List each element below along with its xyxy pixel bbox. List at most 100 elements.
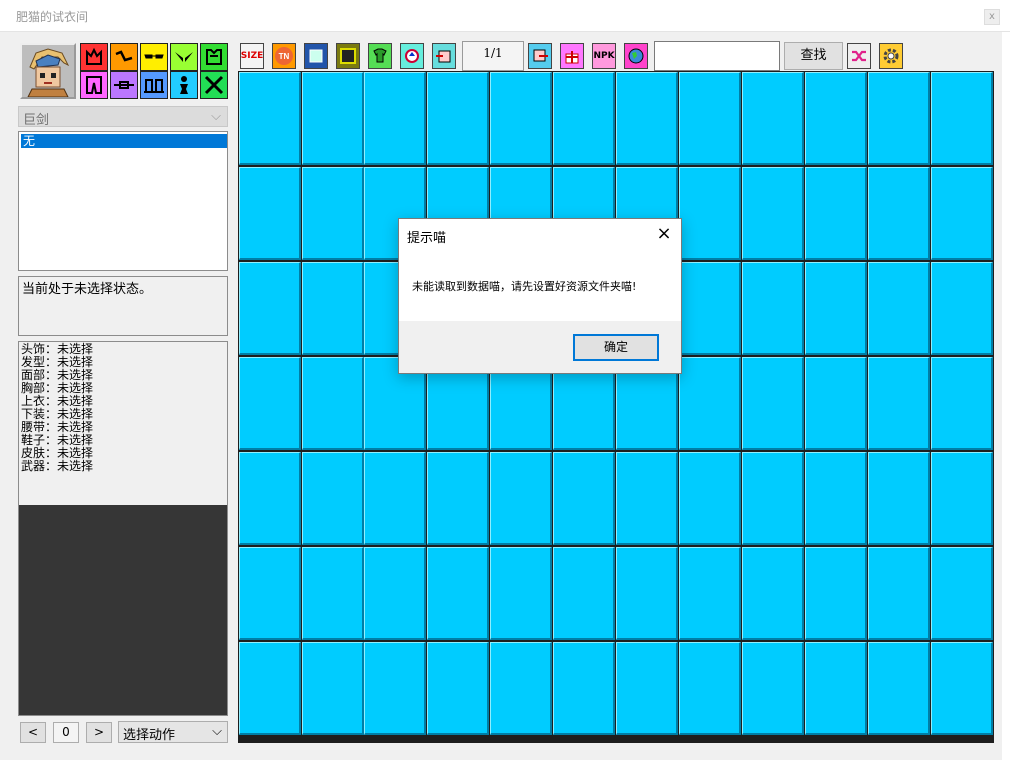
frame-icon[interactable] [304,43,328,69]
item-slot[interactable] [742,452,804,545]
character-avatar[interactable] [20,43,76,99]
item-slot[interactable] [679,167,741,260]
ok-button[interactable]: 确定 [573,334,659,361]
item-slot[interactable] [868,262,930,355]
window-close-button[interactable]: x [984,9,1000,25]
item-slot[interactable] [364,547,426,640]
gift-icon[interactable] [560,43,584,69]
item-slot[interactable] [679,547,741,640]
item-slot[interactable] [931,547,993,640]
pants-icon[interactable] [80,71,108,99]
item-slot[interactable] [364,72,426,165]
item-slot[interactable] [931,642,993,735]
item-slot[interactable] [805,262,867,355]
item-slot[interactable] [364,642,426,735]
item-slot[interactable] [427,642,489,735]
skin-icon[interactable] [170,71,198,99]
item-slot[interactable] [805,547,867,640]
item-slot[interactable] [931,357,993,450]
tn-icon[interactable]: TN [272,43,296,69]
shoes-icon[interactable] [140,71,168,99]
item-slot[interactable] [553,72,615,165]
item-slot[interactable] [364,452,426,545]
item-slot[interactable] [868,452,930,545]
action-select[interactable]: 选择动作 ⌵ [118,721,228,743]
item-slot[interactable] [490,547,552,640]
export-icon[interactable] [528,43,552,69]
item-slot[interactable] [239,72,301,165]
item-slot[interactable] [742,167,804,260]
item-slot[interactable] [805,72,867,165]
gear-icon[interactable] [879,43,903,69]
item-slot[interactable] [239,642,301,735]
item-slot[interactable] [239,167,301,260]
item-slot[interactable] [742,642,804,735]
item-slot[interactable] [553,642,615,735]
item-slot[interactable] [742,72,804,165]
shirt-export-icon[interactable] [368,43,392,69]
item-slot[interactable] [931,72,993,165]
item-slot[interactable] [805,452,867,545]
list-item-selected[interactable]: 无 [21,134,227,148]
import-icon[interactable] [432,43,456,69]
weapon-icon[interactable] [200,71,228,99]
shuffle-icon[interactable] [847,43,871,69]
item-slot[interactable] [616,547,678,640]
item-slot[interactable] [679,452,741,545]
item-slot[interactable] [868,357,930,450]
top-icon[interactable] [200,43,228,71]
item-slot[interactable] [868,167,930,260]
chest-icon[interactable] [170,43,198,71]
window-titlebar[interactable] [0,0,1010,32]
item-slot[interactable] [805,642,867,735]
item-slot[interactable] [302,167,364,260]
item-slot[interactable] [931,452,993,545]
item-slot[interactable] [679,72,741,165]
item-slot[interactable] [742,357,804,450]
item-slot[interactable] [239,357,301,450]
item-slot[interactable] [302,452,364,545]
item-slot[interactable] [490,72,552,165]
item-slot[interactable] [931,167,993,260]
item-slot[interactable] [302,547,364,640]
prev-frame-button[interactable]: < [20,722,46,743]
item-slot[interactable] [805,167,867,260]
item-slot[interactable] [679,262,741,355]
item-slot[interactable] [239,452,301,545]
item-slot[interactable] [805,357,867,450]
item-list[interactable]: 无 [18,131,228,271]
item-slot[interactable] [742,262,804,355]
size-icon[interactable]: SIZE [240,43,264,69]
search-input[interactable] [654,41,780,71]
item-slot[interactable] [868,547,930,640]
item-slot[interactable] [239,547,301,640]
item-slot[interactable] [427,72,489,165]
globe-icon[interactable] [624,43,648,69]
item-slot[interactable] [427,547,489,640]
item-slot[interactable] [616,452,678,545]
hair-icon[interactable] [110,43,138,71]
item-slot[interactable] [742,547,804,640]
hat-icon[interactable] [80,43,108,71]
item-slot[interactable] [490,452,552,545]
item-slot[interactable] [616,72,678,165]
item-slot[interactable] [616,642,678,735]
item-slot[interactable] [553,452,615,545]
npk-icon[interactable]: NPK [592,43,616,69]
item-slot[interactable] [868,642,930,735]
item-slot[interactable] [679,357,741,450]
item-slot[interactable] [490,642,552,735]
border-icon[interactable] [336,43,360,69]
item-slot[interactable] [931,262,993,355]
frame-number[interactable]: 0 [53,722,79,743]
item-slot[interactable] [302,357,364,450]
item-slot[interactable] [302,72,364,165]
belt-icon[interactable] [110,71,138,99]
face-icon[interactable] [140,43,168,71]
item-slot[interactable] [679,642,741,735]
refresh-icon[interactable] [400,43,424,69]
item-slot[interactable] [239,262,301,355]
item-slot[interactable] [302,642,364,735]
weapon-type-select[interactable]: 巨剑 ⌵ [18,106,228,128]
item-slot[interactable] [302,262,364,355]
